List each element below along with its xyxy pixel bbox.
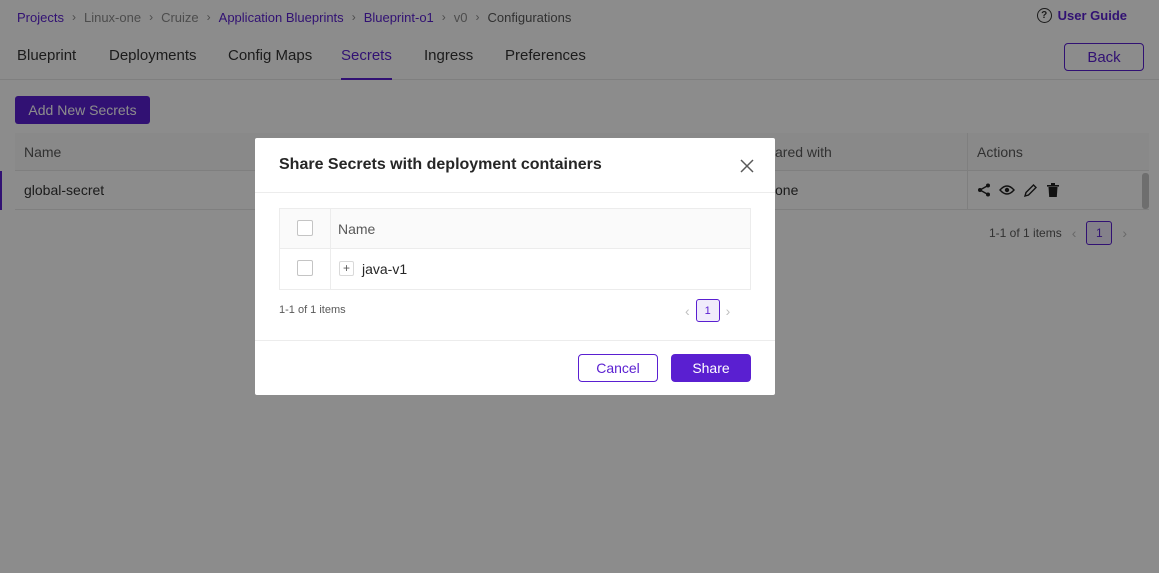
select-all-checkbox[interactable] [297,220,313,236]
column-header-name: Name [338,220,376,237]
expand-icon[interactable]: + [339,261,354,276]
table-row[interactable]: + java-v1 [280,249,750,289]
share-button[interactable]: Share [671,354,751,382]
page-button[interactable]: 1 [695,299,720,322]
chevron-right-icon[interactable]: › [726,303,731,319]
modal-pagination-info: 1-1 of 1 items [279,304,346,316]
modal-title: Share Secrets with deployment containers [279,156,602,173]
column-divider [330,209,331,248]
close-icon[interactable] [739,158,755,174]
chevron-left-icon[interactable]: ‹ [685,303,690,319]
modal-footer-divider [255,340,775,341]
cancel-button[interactable]: Cancel [578,354,658,382]
containers-table-header: Name [280,209,750,249]
container-name: java-v1 [362,261,408,277]
row-checkbox[interactable] [297,260,313,276]
share-secrets-modal: Share Secrets with deployment containers… [255,138,775,395]
column-divider [330,249,331,289]
modal-pagination: ‹ 1 › [685,299,730,322]
containers-table: Name + java-v1 [279,208,751,290]
modal-header: Share Secrets with deployment containers [255,138,775,193]
